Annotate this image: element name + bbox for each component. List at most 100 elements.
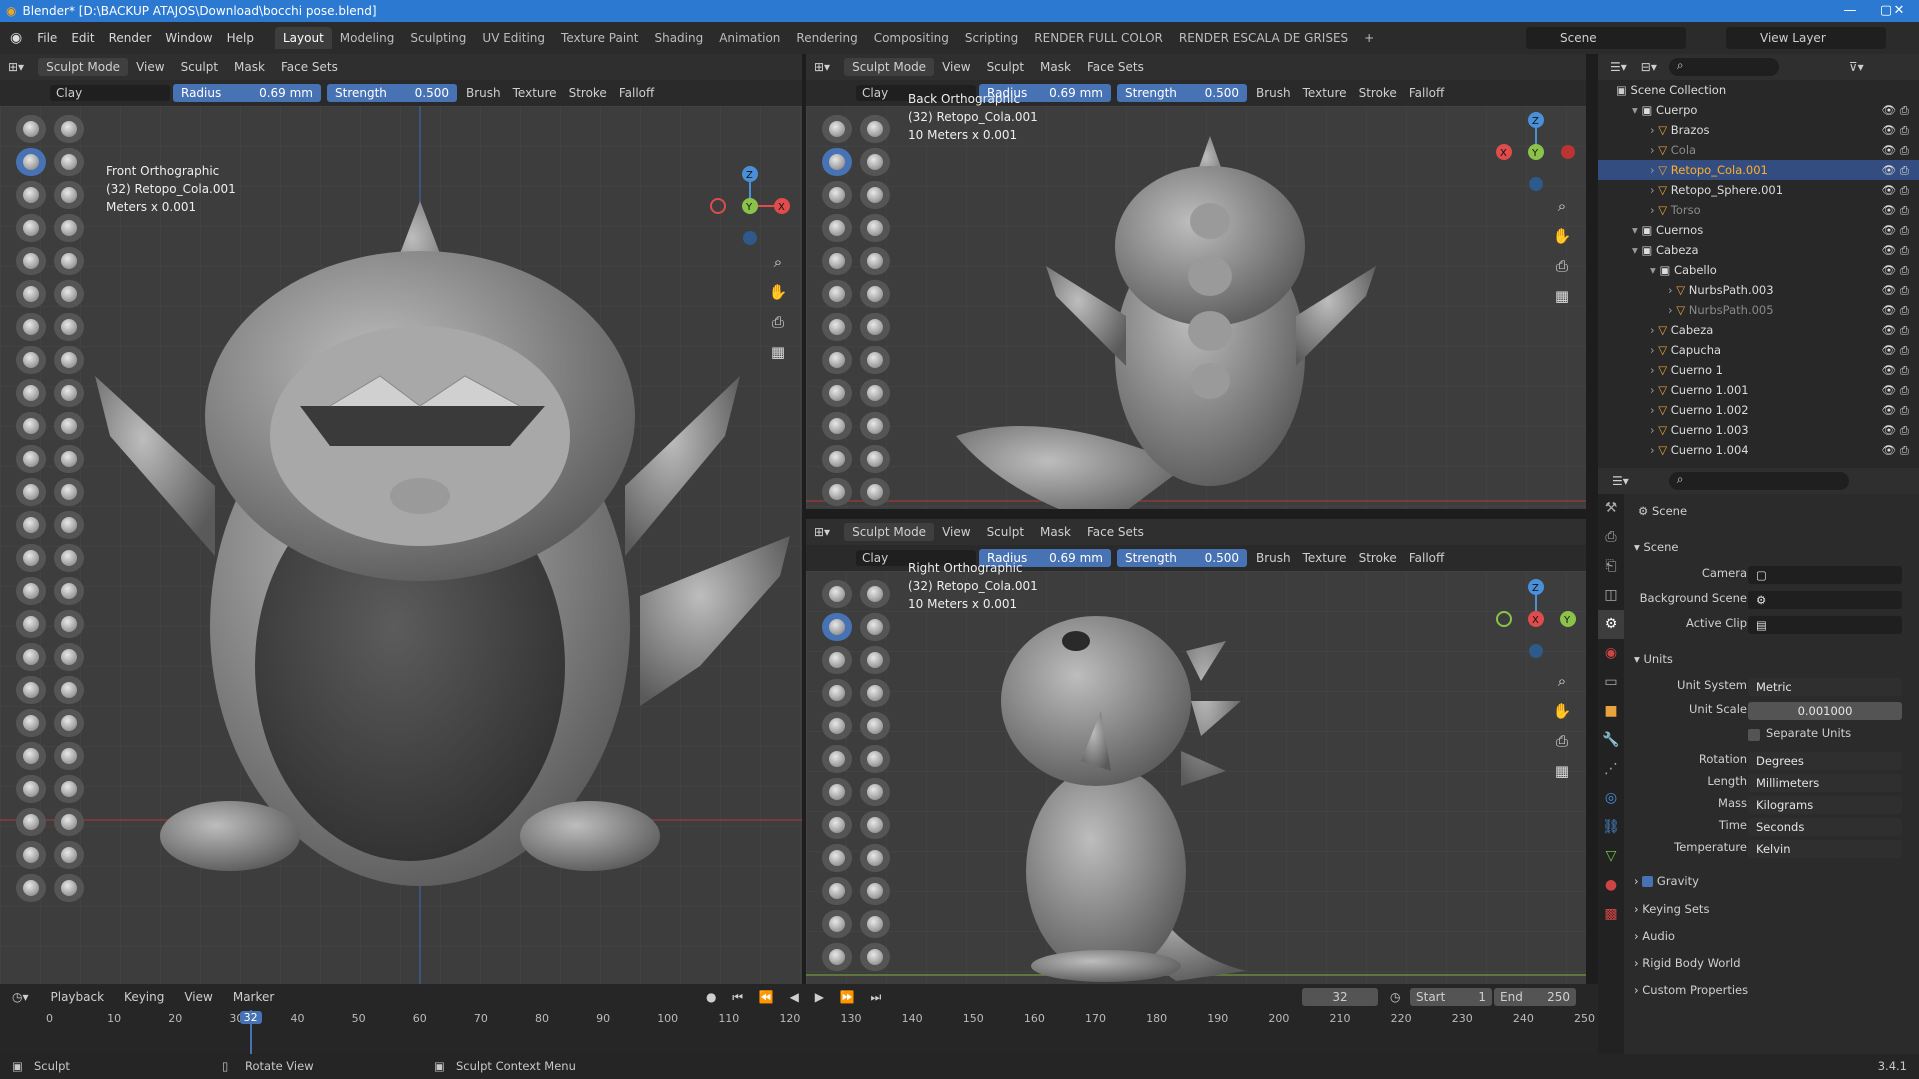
mode-selector[interactable]: Sculpt Mode — [38, 58, 129, 76]
sculpt-brush-tool-icon[interactable] — [16, 544, 46, 572]
menu-sculpt[interactable]: Sculpt — [981, 523, 1030, 541]
texture-menu[interactable]: Texture — [1297, 86, 1353, 100]
tab-compositing[interactable]: Compositing — [866, 27, 957, 49]
camera-icon[interactable]: ⎙ — [1550, 729, 1574, 753]
view-menu[interactable]: View — [184, 990, 212, 1004]
brush-menu[interactable]: Brush — [1250, 86, 1297, 100]
sculpt-brush-tool-icon[interactable] — [16, 808, 46, 836]
current-frame-field[interactable]: 32 — [1302, 988, 1378, 1006]
brush-menu[interactable]: Brush — [1250, 551, 1297, 565]
sculpt-brush-tool-icon[interactable] — [16, 346, 46, 374]
camera-icon[interactable]: ⎙ — [766, 310, 790, 334]
sculpt-brush-tool-icon[interactable] — [54, 709, 84, 737]
world-tab-icon[interactable]: ◉ — [1598, 639, 1624, 668]
sculpt-brush-tool-icon[interactable] — [860, 313, 890, 341]
sculpt-brush-tool-icon[interactable] — [860, 646, 890, 674]
sculpt-brush-tool-icon[interactable] — [16, 643, 46, 671]
sculpt-brush-tool-icon[interactable] — [54, 478, 84, 506]
playback-controls[interactable]: ● ⏮ ⏪ ◀ ▶ ⏩ ⏭ — [706, 990, 887, 1005]
material-tab-icon[interactable]: ● — [1598, 871, 1624, 900]
visibility-toggle-icon[interactable]: 👁 ⎙ — [1882, 180, 1909, 200]
tree-row[interactable]: › ▽ Retopo_Sphere.001 👁 ⎙ — [1598, 180, 1919, 200]
falloff-menu[interactable]: Falloff — [1403, 551, 1450, 565]
separate-units-checkbox[interactable] — [1748, 729, 1760, 741]
sculpt-brush-tool-icon[interactable] — [822, 613, 852, 641]
unit-system-dropdown[interactable]: Metric — [1748, 678, 1902, 696]
visibility-toggle-icon[interactable]: 👁 ⎙ — [1882, 140, 1909, 160]
sculpt-brush-tool-icon[interactable] — [16, 775, 46, 803]
sculpt-brush-tool-icon[interactable] — [860, 148, 890, 176]
falloff-menu[interactable]: Falloff — [1403, 86, 1450, 100]
sculpt-brush-tool-icon[interactable] — [16, 577, 46, 605]
zoom-icon[interactable]: ⌕ — [1550, 669, 1574, 693]
grid-toggle-icon[interactable]: ▦ — [1550, 284, 1574, 308]
unit-scale-field[interactable]: 0.001000 — [1748, 702, 1902, 720]
sculpt-brush-tool-icon[interactable] — [54, 742, 84, 770]
close-button[interactable]: ✕ — [1879, 0, 1919, 22]
audio-panel-header[interactable]: › Audio — [1634, 929, 1919, 951]
render-tab-icon[interactable]: ⎙ — [1598, 523, 1624, 552]
sculpt-brush-tool-icon[interactable] — [860, 580, 890, 608]
viewport-right[interactable]: ⊞▾ Sculpt Mode View Sculpt Mask Face Set… — [806, 519, 1586, 984]
menu-face-sets[interactable]: Face Sets — [1081, 523, 1150, 541]
editor-type-icon[interactable]: ⊞▾ — [808, 523, 836, 541]
visibility-toggle-icon[interactable]: 👁 ⎙ — [1882, 120, 1909, 140]
sculpt-brush-tool-icon[interactable] — [822, 778, 852, 806]
sculpt-brush-tool-icon[interactable] — [860, 379, 890, 407]
sculpt-brush-tool-icon[interactable] — [54, 280, 84, 308]
sculpt-brush-tool-icon[interactable] — [54, 313, 84, 341]
tree-row-scene-collection[interactable]: ▣ Scene Collection — [1598, 80, 1919, 100]
menu-view[interactable]: View — [936, 523, 976, 541]
sculpt-brush-tool-icon[interactable] — [54, 577, 84, 605]
tab-render-escala-de-grises[interactable]: RENDER ESCALA DE GRISES — [1171, 27, 1356, 49]
sculpt-brush-tool-icon[interactable] — [822, 445, 852, 473]
tab-scripting[interactable]: Scripting — [957, 27, 1026, 49]
sculpt-brush-tool-icon[interactable] — [822, 910, 852, 938]
visibility-toggle-icon[interactable]: 👁 ⎙ — [1882, 440, 1909, 460]
strength-field[interactable]: Strength 0.500 — [1117, 84, 1247, 102]
sculpt-brush-tool-icon[interactable] — [822, 745, 852, 773]
mode-selector[interactable]: Sculpt Mode — [844, 58, 935, 76]
menu-sculpt[interactable]: Sculpt — [175, 58, 224, 76]
sculpt-brush-tool-icon[interactable] — [822, 148, 852, 176]
sculpt-brush-tool-icon[interactable] — [822, 115, 852, 143]
tree-row[interactable]: › ▽ Cuerno 1 👁 ⎙ — [1598, 360, 1919, 380]
sculpt-brush-tool-icon[interactable] — [822, 877, 852, 905]
sculpt-brush-tool-icon[interactable] — [822, 280, 852, 308]
sculpt-brush-tool-icon[interactable] — [860, 778, 890, 806]
sculpt-brush-tool-icon[interactable] — [860, 445, 890, 473]
strength-field[interactable]: Strength 0.500 — [1117, 549, 1247, 567]
tree-row[interactable]: › ▽ Cuerno 1.004 👁 ⎙ — [1598, 440, 1919, 460]
stroke-menu[interactable]: Stroke — [563, 86, 613, 100]
keying-menu[interactable]: Keying — [124, 990, 164, 1004]
visibility-toggle-icon[interactable]: 👁 ⎙ — [1882, 400, 1909, 420]
tree-row[interactable]: › ▽ Brazos 👁 ⎙ — [1598, 120, 1919, 140]
start-frame-field[interactable]: Start 1 — [1410, 988, 1492, 1006]
marker-menu[interactable]: Marker — [233, 990, 274, 1004]
zoom-icon[interactable]: ⌕ — [1550, 194, 1574, 218]
sculpt-brush-tool-icon[interactable] — [822, 811, 852, 839]
visibility-toggle-icon[interactable]: 👁 ⎙ — [1882, 340, 1909, 360]
tree-row[interactable]: › ▽ NurbsPath.005 👁 ⎙ — [1598, 300, 1919, 320]
minimize-button[interactable]: — — [1830, 0, 1870, 22]
menu-face-sets[interactable]: Face Sets — [275, 58, 344, 76]
units-panel-header[interactable]: ▾ Units — [1634, 652, 1919, 674]
sculpt-brush-tool-icon[interactable] — [860, 943, 890, 971]
tab-animation[interactable]: Animation — [711, 27, 788, 49]
sculpt-brush-tool-icon[interactable] — [16, 115, 46, 143]
tree-row[interactable]: › ▽ Retopo_Cola.001 👁 ⎙ — [1598, 160, 1919, 180]
sculpt-brush-tool-icon[interactable] — [860, 745, 890, 773]
visibility-toggle-icon[interactable]: 👁 ⎙ — [1882, 380, 1909, 400]
editor-type-icon[interactable]: ☰▾ — [1610, 60, 1627, 74]
sculpt-brush-tool-icon[interactable] — [822, 844, 852, 872]
menu-file[interactable]: File — [30, 31, 64, 45]
rotation-dropdown[interactable]: Degrees — [1748, 752, 1902, 770]
navigation-gizmo[interactable]: Z X Y — [710, 162, 800, 252]
tree-row[interactable]: › ▽ Torso 👁 ⎙ — [1598, 200, 1919, 220]
pan-hand-icon[interactable]: ✋ — [1550, 699, 1574, 723]
tree-row[interactable]: › ▽ Cabeza 👁 ⎙ — [1598, 320, 1919, 340]
length-dropdown[interactable]: Millimeters — [1748, 774, 1902, 792]
editor-type-icon[interactable]: ◷▾ — [12, 990, 29, 1004]
sculpt-brush-tool-icon[interactable] — [822, 181, 852, 209]
tree-row[interactable]: › ▽ NurbsPath.003 👁 ⎙ — [1598, 280, 1919, 300]
